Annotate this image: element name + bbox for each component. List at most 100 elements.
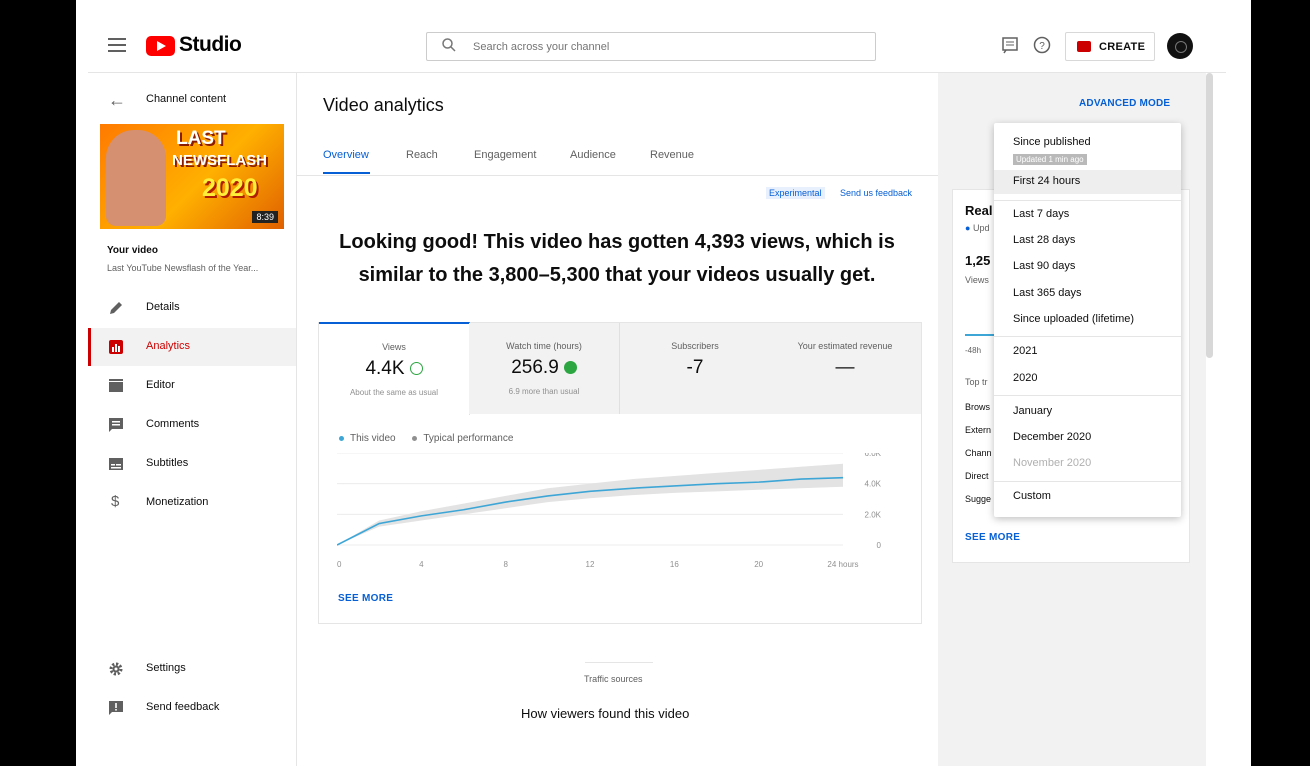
video-camera-icon	[1077, 41, 1091, 52]
nav-details[interactable]: Details	[88, 289, 296, 327]
top-header: Studio ? CREATE	[76, 0, 1251, 72]
account-avatar[interactable]	[1167, 33, 1193, 59]
dropdown-last-28-days[interactable]: Last 28 days	[1013, 234, 1075, 246]
metric-revenue[interactable]: Your estimated revenue —	[770, 323, 921, 414]
y-tick-label: 4.0K	[865, 480, 882, 489]
x-tick-label: 24 hours	[827, 560, 858, 569]
sidebar: ← Channel content LAST NEWSFLASH 2020 8:…	[88, 73, 297, 766]
realtime-title: Real	[965, 203, 993, 218]
x-tick-label: 20	[754, 560, 763, 569]
nav-comments[interactable]: Comments	[88, 406, 296, 444]
thumbnail-text-3: 2020	[202, 174, 258, 202]
search-box[interactable]	[426, 32, 876, 61]
help-icon[interactable]: ?	[1033, 36, 1051, 54]
dropdown-divider	[994, 481, 1181, 482]
legend-typical: Typical performance	[423, 433, 514, 444]
x-tick-label: 8	[503, 560, 508, 569]
dropdown-divider	[994, 336, 1181, 337]
nav-label: Details	[146, 301, 180, 313]
nav-label: Settings	[146, 662, 186, 674]
active-tab-indicator	[323, 172, 370, 174]
nav-subtitles[interactable]: Subtitles	[88, 445, 296, 483]
dropdown-last-365-days[interactable]: Last 365 days	[1013, 287, 1082, 299]
x-tick-label: 16	[670, 560, 679, 569]
dropdown-divider	[994, 200, 1181, 201]
source-row: Extern	[965, 425, 992, 435]
nav-editor[interactable]: Editor	[88, 367, 296, 405]
y-tick-label: 6.0K	[865, 453, 882, 458]
legend-dot-typical	[412, 435, 418, 441]
create-button[interactable]: CREATE	[1065, 32, 1155, 61]
tab-overview[interactable]: Overview	[323, 149, 369, 161]
metric-value-wrap: 4.4K	[319, 358, 469, 380]
tab-revenue[interactable]: Revenue	[650, 149, 694, 161]
metric-sub: About the same as usual	[349, 388, 439, 397]
advanced-mode-button[interactable]: ADVANCED MODE	[1079, 98, 1170, 109]
realtime-updating: ● Upd	[965, 223, 990, 233]
create-label: CREATE	[1099, 41, 1146, 53]
gear-icon	[109, 662, 123, 676]
dropdown-2021[interactable]: 2021	[1013, 345, 1037, 357]
dropdown-lifetime[interactable]: Since uploaded (lifetime)	[1013, 313, 1134, 325]
youtube-logo-icon[interactable]	[146, 36, 175, 56]
metric-subscribers[interactable]: Subscribers -7	[620, 323, 771, 414]
nav-monetization[interactable]: $ Monetization	[88, 484, 296, 522]
y-tick-label: 0	[877, 541, 882, 550]
legend-dot-this-video	[339, 435, 344, 441]
realtime-bar	[965, 334, 995, 336]
studio-logo-text[interactable]: Studio	[179, 33, 242, 57]
dropdown-last-90-days[interactable]: Last 90 days	[1013, 260, 1075, 272]
realtime-updating-text: Upd	[972, 223, 990, 233]
nav-settings[interactable]: Settings	[88, 650, 296, 688]
dropdown-last-7-days[interactable]: Last 7 days	[1013, 208, 1069, 220]
metric-sub: 6.9 more than usual	[508, 387, 580, 396]
nav-send-feedback[interactable]: Send feedback	[88, 689, 296, 727]
metric-watch-time[interactable]: Watch time (hours) 256.9 6.9 more than u…	[469, 323, 620, 414]
metric-label: Your estimated revenue	[797, 341, 893, 351]
send-feedback-link[interactable]: Send us feedback	[840, 188, 912, 198]
x-tick-label: 0	[337, 560, 342, 569]
scrollbar[interactable]	[1206, 73, 1213, 358]
x-tick-label: 4	[419, 560, 424, 569]
clapperboard-icon	[109, 379, 123, 392]
menu-icon[interactable]	[108, 38, 126, 52]
legend-this-video: This video	[350, 433, 396, 444]
back-arrow-icon[interactable]: ←	[108, 90, 126, 111]
dropdown-since-published[interactable]: Since published	[1013, 136, 1091, 148]
tab-audience[interactable]: Audience	[570, 149, 616, 161]
insight-headline: Looking good! This video has gotten 4,39…	[317, 226, 917, 292]
realtime-see-more[interactable]: SEE MORE	[965, 532, 1020, 543]
source-row: Direct	[965, 471, 989, 481]
studio-app: Studio ? CREATE ← Channel content LAST N…	[76, 0, 1251, 766]
search-input[interactable]	[471, 37, 855, 57]
metric-label: Watch time (hours)	[506, 341, 582, 351]
feedback-icon	[109, 701, 123, 715]
comments-icon	[109, 418, 123, 432]
realtime-value: 1,25	[965, 253, 991, 268]
tab-reach[interactable]: Reach	[406, 149, 438, 161]
metric-label: Views	[382, 342, 406, 352]
metric-label: Subscribers	[671, 341, 719, 351]
dropdown-december-2020[interactable]: December 2020	[1013, 431, 1091, 443]
see-more-link[interactable]: SEE MORE	[338, 593, 393, 604]
dropdown-first-24-hours[interactable]: First 24 hours	[1013, 175, 1080, 187]
realtime-views-label: Views	[965, 275, 989, 285]
svg-text:?: ?	[1039, 41, 1045, 52]
traffic-divider	[585, 662, 653, 663]
nav-analytics[interactable]: Analytics	[88, 328, 296, 366]
dropdown-january[interactable]: January	[1013, 405, 1052, 417]
nav-label: Analytics	[146, 340, 191, 352]
dropdown-2020[interactable]: 2020	[1013, 372, 1037, 384]
thumbnail-text-2: NEWSFLASH	[172, 152, 267, 169]
dropdown-custom[interactable]: Custom	[1013, 490, 1051, 502]
experimental-badge: Experimental	[766, 187, 825, 199]
source-row: Sugge	[965, 494, 992, 504]
tabs-divider	[297, 175, 938, 176]
metric-value: 4.4K	[365, 358, 405, 379]
tab-engagement[interactable]: Engagement	[474, 149, 536, 161]
messages-icon[interactable]	[1001, 36, 1019, 54]
channel-content-link[interactable]: Channel content	[146, 93, 226, 105]
metric-views[interactable]: Views 4.4K About the same as usual	[319, 322, 470, 415]
video-thumbnail[interactable]: LAST NEWSFLASH 2020 8:39	[100, 124, 284, 229]
date-range-dropdown: Since published Updated 1 min ago First …	[994, 123, 1181, 517]
